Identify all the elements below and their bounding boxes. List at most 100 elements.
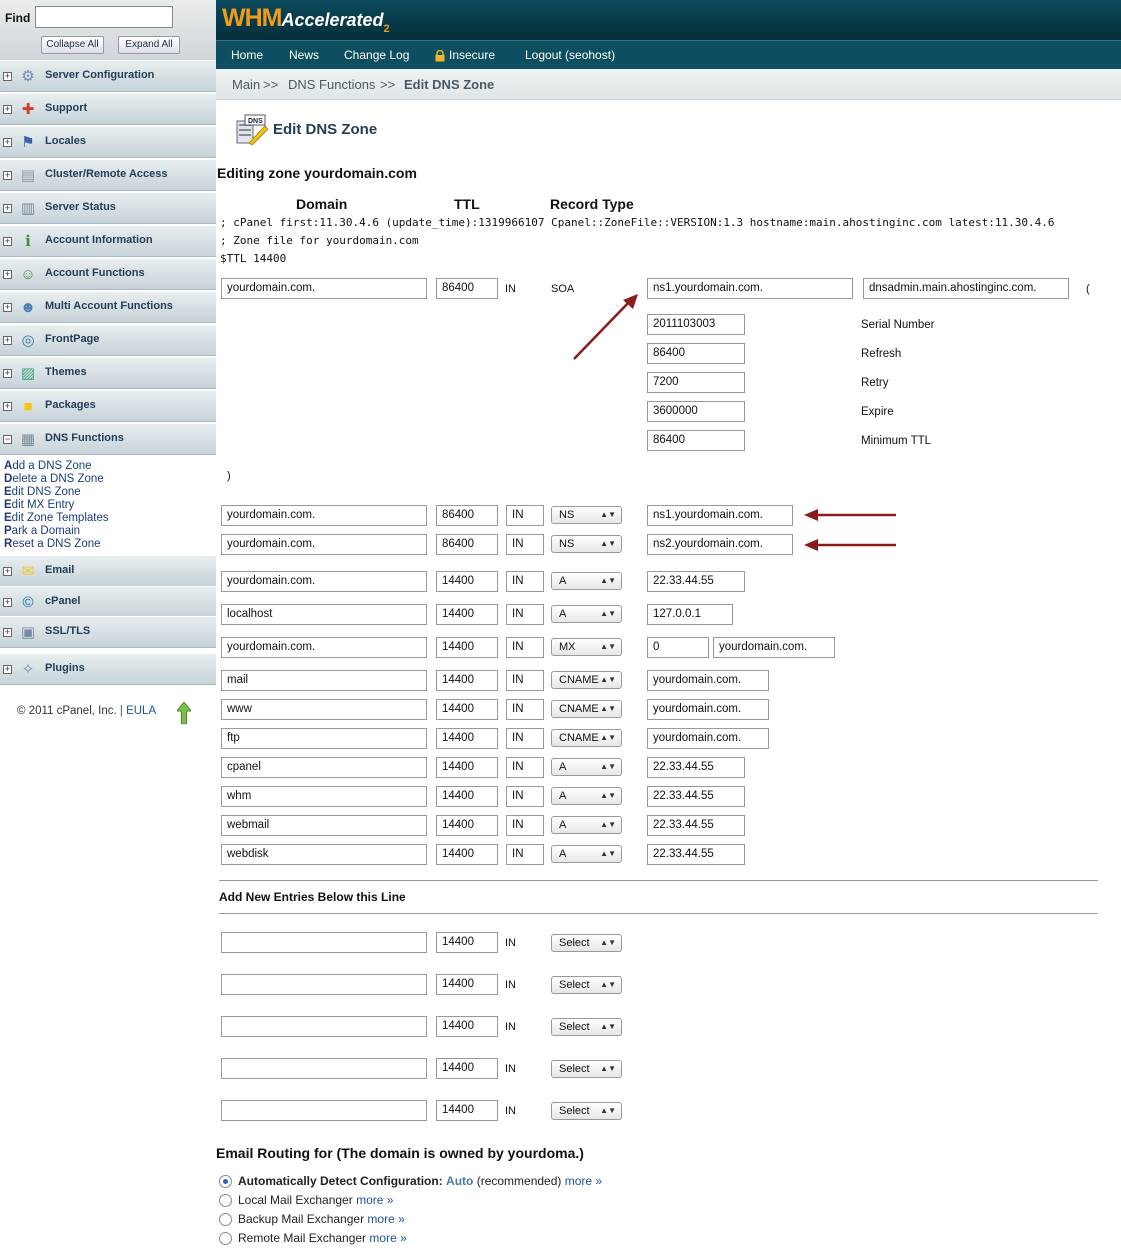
eula-link[interactable]: EULA — [126, 705, 156, 717]
dns-link-reset-a-dns-zone[interactable]: Reset a DNS Zone — [4, 538, 109, 551]
dns-link-park-a-domain[interactable]: Park a Domain — [4, 525, 109, 538]
record-domain-input[interactable]: yourdomain.com. — [221, 637, 427, 658]
routing-radio-1[interactable] — [219, 1175, 232, 1188]
find-input[interactable] — [35, 6, 173, 28]
sidebar-section-themes[interactable]: + ▨ Themes — [0, 357, 216, 389]
record-ttl-input[interactable]: 86400 — [436, 505, 498, 526]
new-domain-input[interactable] — [221, 1100, 427, 1121]
dns-link-edit-mx-entry[interactable]: Edit MX Entry — [4, 499, 109, 512]
record-domain-input[interactable]: yourdomain.com. — [221, 571, 427, 592]
more-link[interactable]: more » — [356, 1193, 393, 1207]
sidebar-section-email[interactable]: + ✉ Email — [0, 555, 216, 587]
record-domain-input[interactable]: localhost — [221, 604, 427, 625]
record-type-select[interactable]: A ▲▼ — [551, 787, 622, 805]
expand-toggle-icon[interactable]: + — [3, 204, 12, 213]
soa-primary-ns-input[interactable]: ns1.yourdomain.com. — [647, 278, 853, 299]
nav-home[interactable]: Home — [231, 48, 263, 62]
expand-toggle-icon[interactable]: + — [3, 237, 12, 246]
sidebar-section-server-status[interactable]: + ▥ Server Status — [0, 192, 216, 224]
record-value-input[interactable]: 22.33.44.55 — [647, 815, 745, 836]
record-type-select[interactable]: A ▲▼ — [551, 605, 622, 623]
record-domain-input[interactable]: yourdomain.com. — [221, 534, 427, 555]
soa-admin-input[interactable]: dnsadmin.main.ahostinginc.com. — [863, 278, 1069, 299]
sidebar-section-cpanel[interactable]: + © cPanel — [0, 586, 216, 618]
record-class-input[interactable]: IN — [506, 786, 544, 807]
routing-option-label[interactable]: Backup Mail Exchanger more » — [238, 1212, 405, 1226]
nav-news[interactable]: News — [289, 48, 319, 62]
breadcrumb-main[interactable]: Main — [232, 77, 260, 92]
record-class-input[interactable]: IN — [506, 637, 544, 658]
record-class-input[interactable]: IN — [506, 604, 544, 625]
soa-serial-number-input[interactable]: 2011103003 — [647, 314, 745, 335]
sidebar-section-packages[interactable]: + ■ Packages — [0, 390, 216, 422]
record-ttl-input[interactable]: 14400 — [436, 786, 498, 807]
record-type-select[interactable]: CNAME ▲▼ — [551, 700, 622, 718]
routing-radio-3[interactable] — [219, 1213, 232, 1226]
record-class-input[interactable]: IN — [506, 815, 544, 836]
record-domain-input[interactable]: webmail — [221, 815, 427, 836]
record-ttl-input[interactable]: 14400 — [436, 728, 498, 749]
routing-radio-2[interactable] — [219, 1194, 232, 1207]
record-class-input[interactable]: IN — [506, 571, 544, 592]
soa-domain-input[interactable]: yourdomain.com. — [221, 278, 427, 299]
sidebar-section-multi-account-functions[interactable]: + ☻ Multi Account Functions — [0, 291, 216, 323]
routing-radio-4[interactable] — [219, 1232, 232, 1245]
record-domain-input[interactable]: ftp — [221, 728, 427, 749]
record-value-input[interactable]: 127.0.0.1 — [647, 604, 733, 625]
record-domain-input[interactable]: cpanel — [221, 757, 427, 778]
nav-insecure[interactable]: Insecure — [449, 48, 495, 62]
sidebar-section-cluster-remote-access[interactable]: + ▤ Cluster/Remote Access — [0, 159, 216, 191]
soa-minimum-ttl-input[interactable]: 86400 — [647, 430, 745, 451]
expand-toggle-icon[interactable]: + — [3, 402, 12, 411]
routing-option-label[interactable]: Local Mail Exchanger more » — [238, 1193, 393, 1207]
record-value-input[interactable]: 22.33.44.55 — [647, 844, 745, 865]
record-value-input[interactable]: 22.33.44.55 — [647, 786, 745, 807]
nav-change-log[interactable]: Change Log — [344, 48, 409, 62]
expand-toggle-icon[interactable]: + — [3, 171, 12, 180]
new-domain-input[interactable] — [221, 1016, 427, 1037]
record-value-input[interactable]: ns1.yourdomain.com. — [647, 505, 793, 526]
record-ttl-input[interactable]: 14400 — [436, 815, 498, 836]
soa-expire-input[interactable]: 3600000 — [647, 401, 745, 422]
nav-logout[interactable]: Logout (seohost) — [525, 48, 615, 62]
more-link[interactable]: more » — [369, 1231, 406, 1245]
collapse-all-button[interactable]: Collapse All — [41, 36, 104, 54]
new-domain-input[interactable] — [221, 1058, 427, 1079]
record-value-input[interactable]: yourdomain.com. — [647, 699, 769, 720]
new-ttl-input[interactable]: 14400 — [436, 1016, 498, 1037]
record-ttl-input[interactable]: 14400 — [436, 844, 498, 865]
record-class-input[interactable]: IN — [506, 699, 544, 720]
dns-link-edit-dns-zone[interactable]: Edit DNS Zone — [4, 486, 109, 499]
new-ttl-input[interactable]: 14400 — [436, 1100, 498, 1121]
expand-toggle-icon[interactable]: + — [3, 665, 12, 674]
expand-toggle-icon[interactable]: + — [3, 567, 12, 576]
more-link[interactable]: more » — [367, 1212, 404, 1226]
record-class-input[interactable]: IN — [506, 728, 544, 749]
whm-logo[interactable]: WHMAccelerated2 — [222, 4, 390, 35]
record-ttl-input[interactable]: 14400 — [436, 757, 498, 778]
sidebar-section-locales[interactable]: + ⚑ Locales — [0, 126, 216, 158]
record-type-select[interactable]: A ▲▼ — [551, 816, 622, 834]
mx-priority-input[interactable]: 0 — [647, 637, 709, 658]
record-type-select[interactable]: A ▲▼ — [551, 758, 622, 776]
expand-toggle-icon[interactable]: + — [3, 303, 12, 312]
dns-link-delete-a-dns-zone[interactable]: Delete a DNS Zone — [4, 473, 109, 486]
expand-toggle-icon[interactable]: + — [3, 598, 12, 607]
new-ttl-input[interactable]: 14400 — [436, 932, 498, 953]
routing-option-label[interactable]: Automatically Detect Configuration: Auto… — [238, 1174, 602, 1188]
record-value-input[interactable]: 22.33.44.55 — [647, 571, 745, 592]
new-type-select[interactable]: Select ▲▼ — [551, 1018, 622, 1036]
record-ttl-input[interactable]: 14400 — [436, 571, 498, 592]
record-ttl-input[interactable]: 86400 — [436, 534, 498, 555]
dns-link-add-a-dns-zone[interactable]: Add a DNS Zone — [4, 460, 109, 473]
expand-toggle-icon[interactable]: + — [3, 628, 12, 637]
expand-toggle-icon[interactable]: + — [3, 138, 12, 147]
record-type-select[interactable]: NS ▲▼ — [551, 535, 622, 553]
collapse-toggle-icon[interactable]: − — [3, 435, 12, 444]
record-type-select[interactable]: NS ▲▼ — [551, 506, 622, 524]
more-link[interactable]: more » — [565, 1174, 602, 1188]
record-domain-input[interactable]: webdisk — [221, 844, 427, 865]
sidebar-section-server-configuration[interactable]: + ⚙ Server Configuration — [0, 60, 216, 92]
sidebar-section-ssl-tls[interactable]: + ▣ SSL/TLS — [0, 616, 216, 648]
record-ttl-input[interactable]: 14400 — [436, 637, 498, 658]
